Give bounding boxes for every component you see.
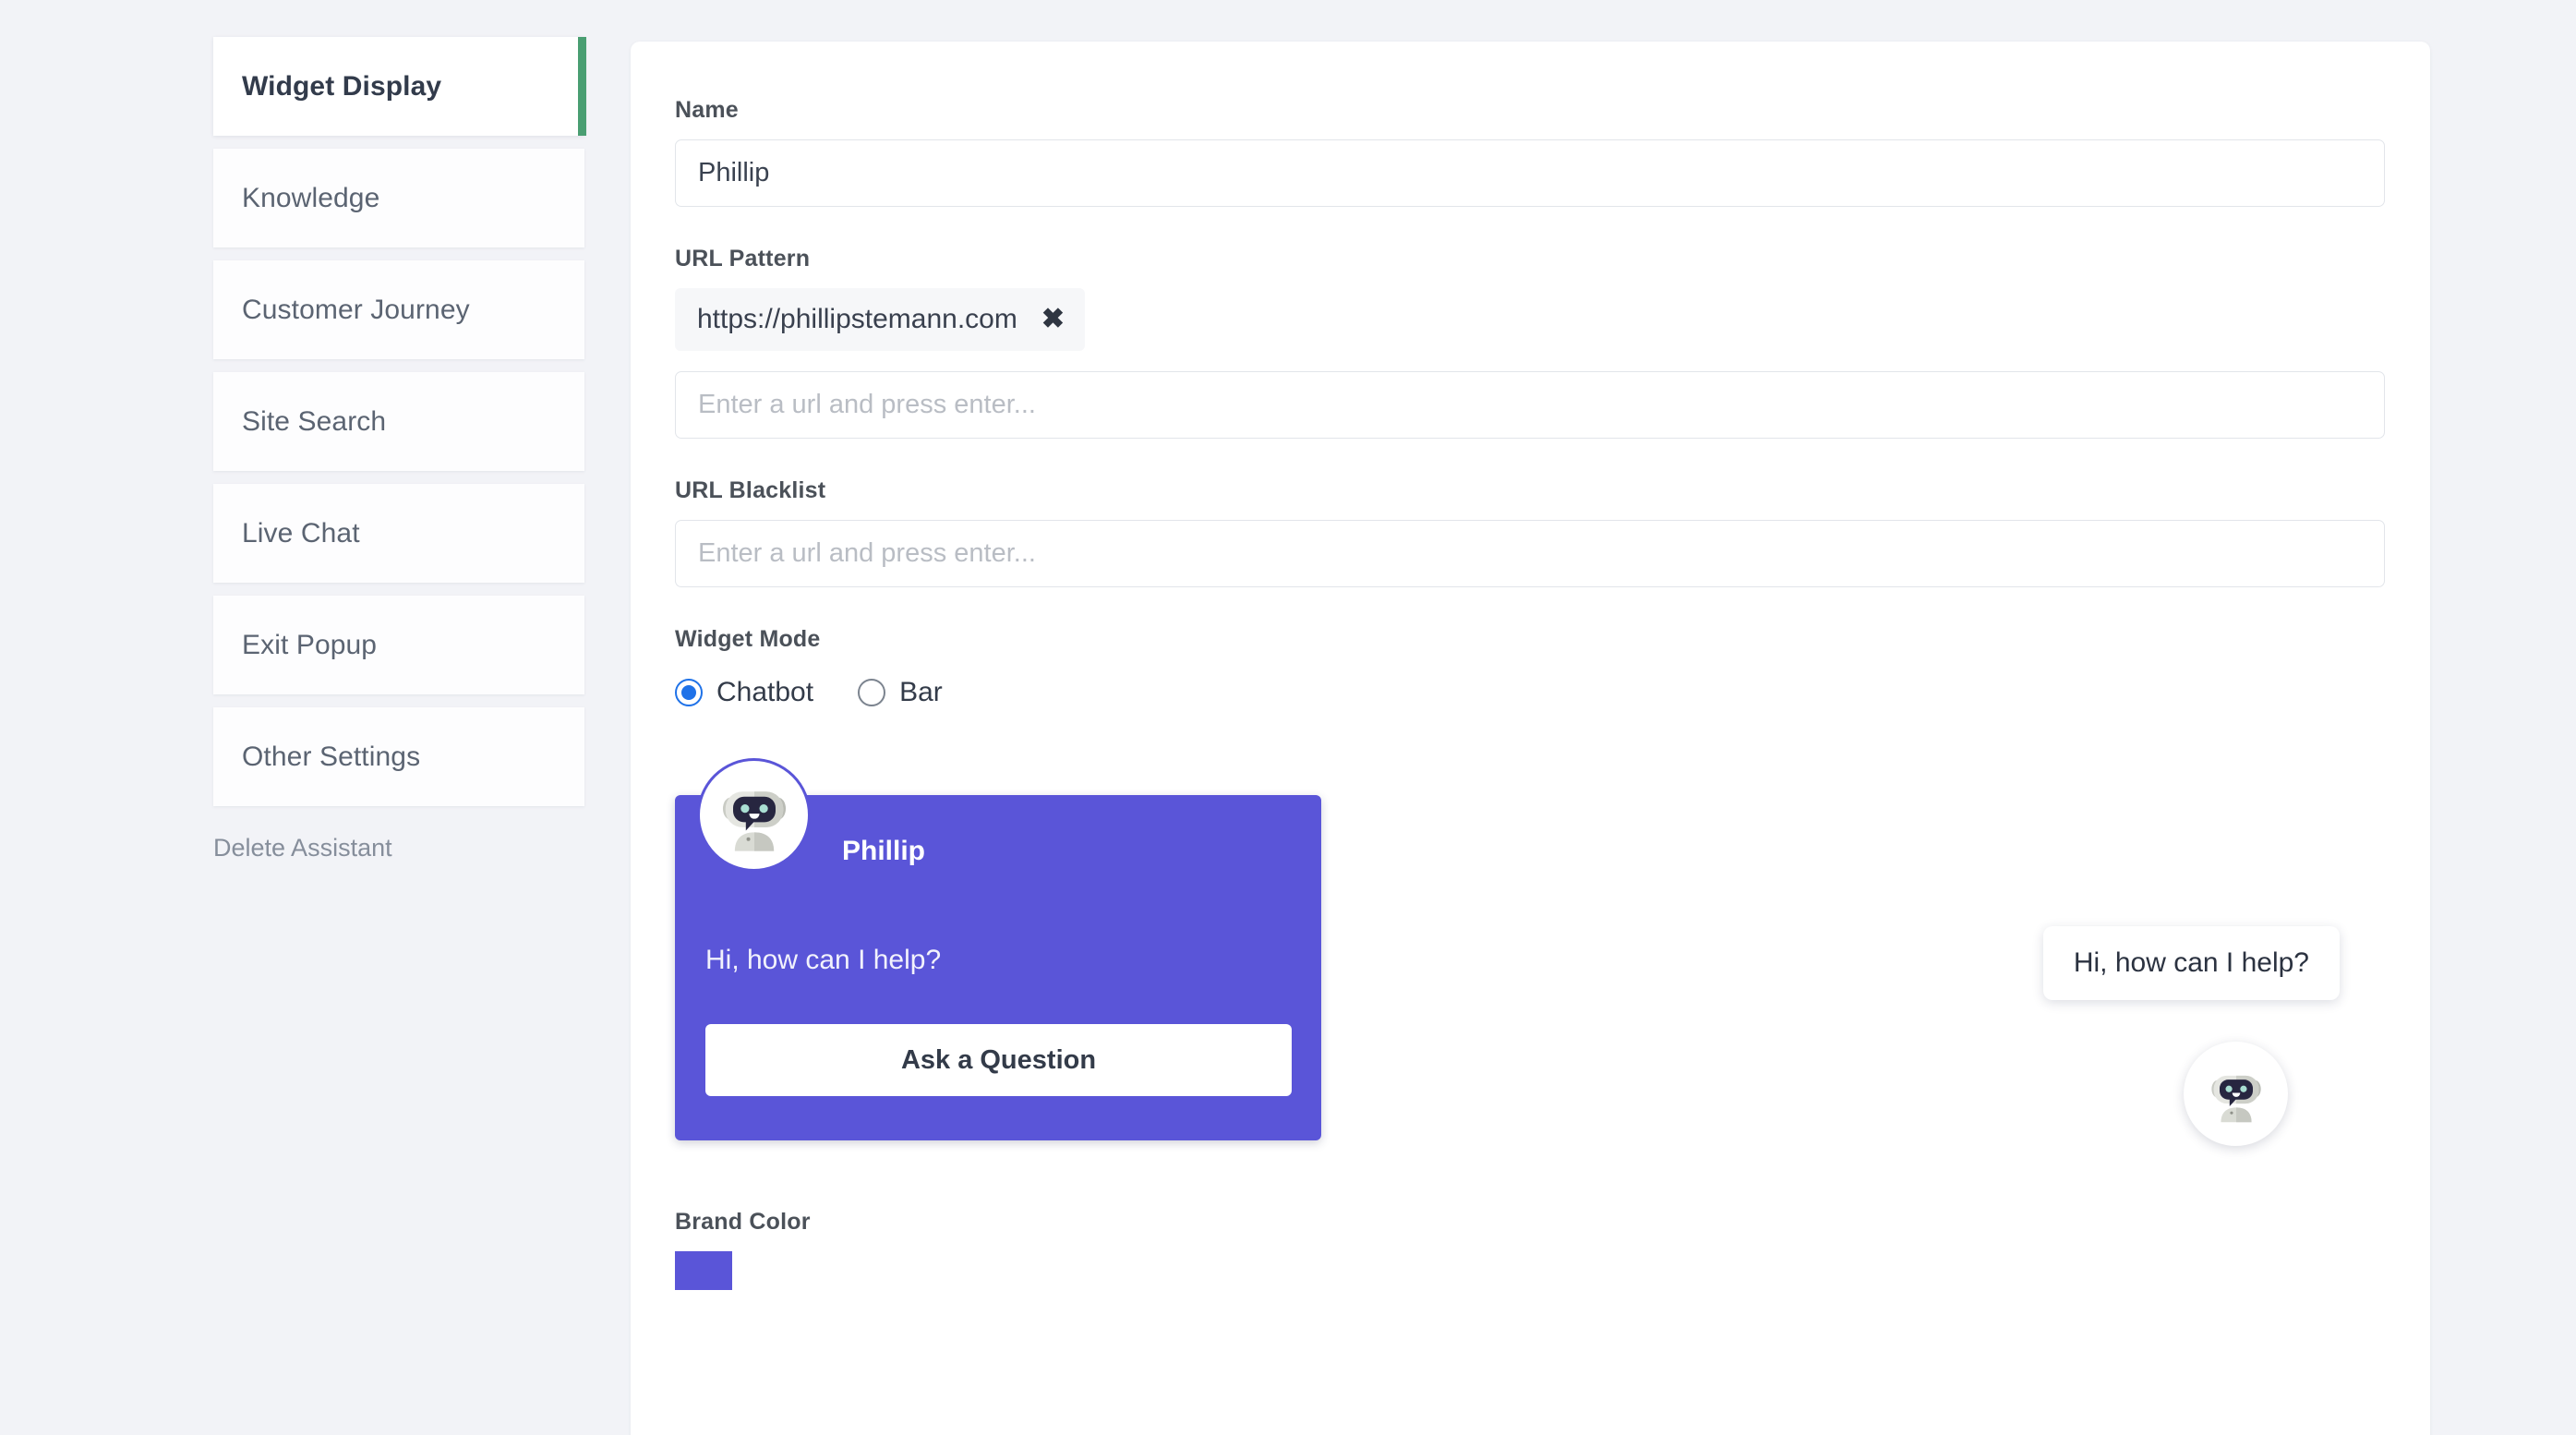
sidebar-item-label: Site Search xyxy=(242,405,387,437)
url-blacklist-field-group: URL Blacklist xyxy=(675,477,2385,587)
widget-mode-field-group: Widget Mode Chatbot Bar xyxy=(675,626,2385,708)
sidebar-item-other-settings[interactable]: Other Settings xyxy=(213,707,584,806)
sidebar-item-knowledge[interactable]: Knowledge xyxy=(213,149,584,247)
widget-mode-label: Widget Mode xyxy=(675,626,821,652)
chatbot-preview-greeting: Hi, how can I help? xyxy=(705,945,942,975)
sidebar-item-label: Live Chat xyxy=(242,517,360,549)
sidebar-item-exit-popup[interactable]: Exit Popup xyxy=(213,596,584,694)
widget-display-form: Name URL Pattern https://phillipstemann.… xyxy=(675,97,2385,1290)
sidebar-item-label: Customer Journey xyxy=(242,294,470,325)
chatbot-preview-card: Phillip Hi, how can I help? Ask a Questi… xyxy=(675,758,1321,1140)
robot-avatar-icon xyxy=(697,758,811,872)
chatbot-preview-title: Phillip xyxy=(842,836,925,866)
ask-a-question-button[interactable]: Ask a Question xyxy=(705,1024,1292,1096)
sidebar-item-live-chat[interactable]: Live Chat xyxy=(213,484,584,583)
widget-preview-area: Phillip Hi, how can I help? Ask a Questi… xyxy=(675,758,2385,1166)
widget-display-settings-page: Widget Display Knowledge Customer Journe… xyxy=(0,0,2576,1435)
sidebar-item-customer-journey[interactable]: Customer Journey xyxy=(213,260,584,359)
brand-color-field-group: Brand Color xyxy=(675,1209,2385,1290)
radio-checked-icon[interactable] xyxy=(675,679,703,706)
brand-color-label: Brand Color xyxy=(675,1209,811,1235)
widget-mode-option-label: Chatbot xyxy=(716,677,814,707)
sidebar-item-label: Exit Popup xyxy=(242,629,378,660)
url-pattern-label: URL Pattern xyxy=(675,246,811,271)
settings-sidebar: Widget Display Knowledge Customer Journe… xyxy=(213,37,586,862)
url-blacklist-label: URL Blacklist xyxy=(675,477,826,503)
widget-mode-option-chatbot[interactable]: Chatbot xyxy=(675,677,813,708)
url-pattern-input[interactable] xyxy=(675,371,2385,439)
sidebar-item-label: Widget Display xyxy=(242,70,442,102)
radio-unchecked-icon[interactable] xyxy=(858,679,886,706)
close-icon[interactable]: ✖ xyxy=(1041,306,1065,333)
url-blacklist-input[interactable] xyxy=(675,520,2385,587)
floating-launcher-robot-avatar-icon[interactable] xyxy=(2184,1042,2288,1146)
url-pattern-chip[interactable]: https://phillipstemann.com ✖ xyxy=(675,288,1085,351)
name-field-group: Name xyxy=(675,97,2385,207)
url-pattern-chip-list: https://phillipstemann.com ✖ xyxy=(675,288,2385,351)
delete-assistant-link[interactable]: Delete Assistant xyxy=(213,834,584,862)
name-input[interactable] xyxy=(675,139,2385,207)
widget-mode-option-label: Bar xyxy=(899,677,943,707)
widget-mode-option-bar[interactable]: Bar xyxy=(858,677,943,708)
name-label: Name xyxy=(675,97,739,123)
brand-color-swatch[interactable] xyxy=(675,1251,732,1290)
sidebar-item-label: Other Settings xyxy=(242,741,421,772)
url-pattern-field-group: URL Pattern https://phillipstemann.com ✖ xyxy=(675,246,2385,439)
sidebar-item-label: Knowledge xyxy=(242,182,380,213)
url-pattern-chip-label: https://phillipstemann.com xyxy=(697,304,1017,334)
settings-main-panel: Name URL Pattern https://phillipstemann.… xyxy=(631,42,2430,1435)
sidebar-item-site-search[interactable]: Site Search xyxy=(213,372,584,471)
sidebar-item-widget-display[interactable]: Widget Display xyxy=(213,37,586,136)
floating-greeting-bubble[interactable]: Hi, how can I help? xyxy=(2042,926,2340,1000)
widget-mode-radio-group: Chatbot Bar xyxy=(675,677,2385,708)
